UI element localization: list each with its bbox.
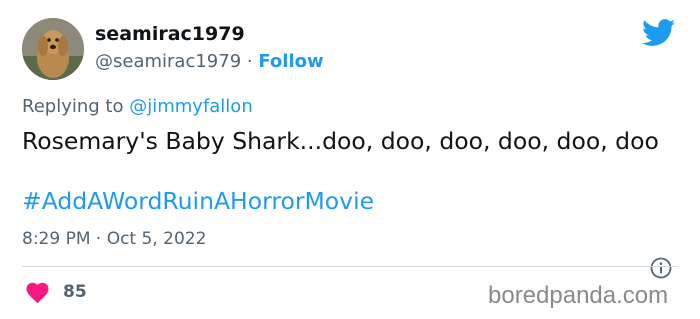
replying-to: Replying to @jimmyfallon [22,96,253,117]
twitter-bird-icon[interactable] [642,19,676,47]
boredpanda-watermark: boredpanda.com [488,282,669,309]
hashtag-link[interactable]: #AddAWordRuinAHorrorMovie [22,186,374,216]
replying-prefix: Replying to [22,96,124,117]
author-handle[interactable]: @seamirac1979 [95,51,241,72]
handle-separator: · [246,51,253,72]
tweet-timestamp[interactable]: 8:29 PM · Oct 5, 2022 [22,229,206,249]
info-icon[interactable] [650,257,672,279]
author-name[interactable]: seamirac1979 [95,23,245,45]
tweet-text: Rosemary's Baby Shark...doo, doo, doo, d… [22,127,659,155]
follow-button[interactable]: Follow [258,51,323,72]
author-handle-row: @seamirac1979 · Follow [95,51,324,72]
divider [22,266,678,267]
heart-icon[interactable] [26,282,50,304]
reply-mention-link[interactable]: @jimmyfallon [129,96,253,117]
avatar[interactable] [22,18,84,80]
dog-avatar-icon [22,18,84,80]
like-count: 85 [63,282,87,302]
